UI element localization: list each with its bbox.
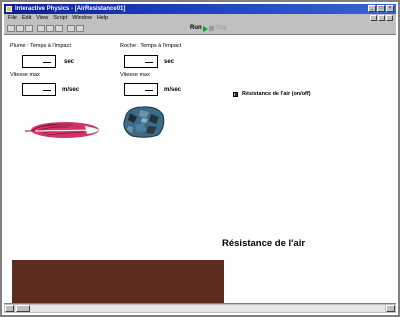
rock-speed-label: Vitesse max <box>120 72 150 78</box>
scroll-thumb[interactable] <box>16 305 30 312</box>
print-icon[interactable] <box>67 25 75 32</box>
rock-speed-field[interactable] <box>124 83 158 96</box>
app-icon <box>6 6 12 12</box>
feather-object[interactable] <box>25 119 103 141</box>
menu-edit[interactable]: Edit <box>22 14 31 23</box>
stop-icon <box>209 26 214 31</box>
rock-speed-unit: m/sec <box>164 87 182 93</box>
menu-script[interactable]: Script <box>53 14 67 23</box>
menu-view[interactable]: View <box>36 14 48 23</box>
play-icon <box>202 25 208 32</box>
title-bar[interactable]: Interactive Physics - [AirResistance01] … <box>4 4 396 14</box>
rock-time-field[interactable] <box>124 55 158 68</box>
doc-minimize-icon[interactable] <box>370 15 377 21</box>
feather-time-field[interactable] <box>22 55 56 68</box>
feather-speed-label: Vitesse max <box>10 72 40 78</box>
menu-file[interactable]: File <box>8 14 17 23</box>
scroll-left-icon[interactable] <box>5 305 14 312</box>
rock-time-unit: sec <box>164 59 175 65</box>
run-button[interactable]: Run <box>190 24 208 33</box>
minimize-icon[interactable]: _ <box>368 5 376 12</box>
feather-speed-field[interactable] <box>22 83 56 96</box>
help-icon[interactable] <box>76 25 84 32</box>
doc-restore-icon[interactable] <box>378 15 385 21</box>
run-label: Run <box>190 25 202 31</box>
rock-time-label: Roche : Temps à l'impact <box>120 43 182 49</box>
app-window: Interactive Physics - [AirResistance01] … <box>0 0 400 317</box>
save-icon[interactable] <box>25 25 33 32</box>
new-file-icon[interactable] <box>7 25 15 32</box>
open-icon[interactable] <box>16 25 24 32</box>
feather-time-unit: sec <box>64 59 75 65</box>
air-resistance-label: Résistance de l'air (on/off) <box>242 91 311 97</box>
menu-help[interactable]: Help <box>97 14 108 23</box>
scene-title: Résistance de l'air <box>222 238 306 249</box>
copy-icon[interactable] <box>46 25 54 32</box>
close-icon[interactable]: × <box>386 5 394 12</box>
window-title: Interactive Physics - [AirResistance01] <box>15 6 126 12</box>
ground-block[interactable] <box>12 260 224 303</box>
doc-close-icon[interactable] <box>386 15 393 21</box>
menu-bar: File Edit View Script Window Help <box>4 14 396 23</box>
maximize-icon[interactable]: □ <box>377 5 385 12</box>
simulation-workspace[interactable]: Plume : Temps à l'impact sec Vitesse max… <box>4 35 396 303</box>
scroll-track[interactable] <box>15 305 385 312</box>
cut-icon[interactable] <box>37 25 45 32</box>
air-resistance-checkbox[interactable] <box>233 92 238 97</box>
horizontal-scrollbar[interactable] <box>4 303 396 313</box>
document-controls <box>370 14 393 23</box>
window-controls: _ □ × <box>368 5 394 12</box>
scroll-right-icon[interactable] <box>386 305 395 312</box>
menu-window[interactable]: Window <box>72 14 92 23</box>
stop-button[interactable]: Stop <box>209 24 227 33</box>
feather-speed-unit: m/sec <box>62 87 80 93</box>
rock-object[interactable] <box>122 105 166 139</box>
feather-time-label: Plume : Temps à l'impact <box>10 43 71 49</box>
paste-icon[interactable] <box>55 25 63 32</box>
toolbar: Run Stop <box>4 23 396 35</box>
stop-label: Stop <box>215 25 228 31</box>
